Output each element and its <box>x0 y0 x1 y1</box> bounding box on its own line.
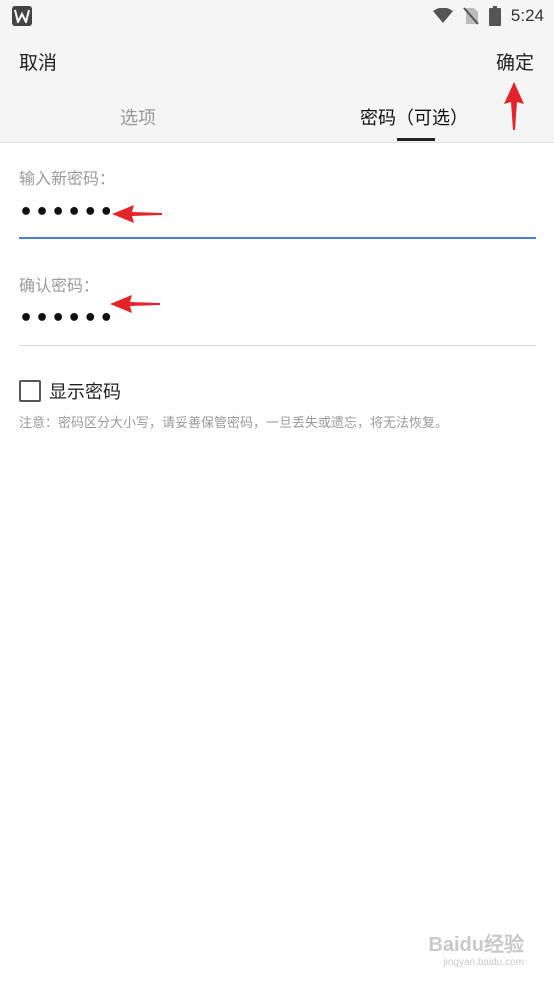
arrow-up-icon <box>504 82 524 130</box>
arrow-left-icon <box>112 205 162 223</box>
status-icons: 5:24 <box>432 5 544 27</box>
no-sim-icon <box>463 7 479 25</box>
watermark-brand: Baidu经验 <box>428 934 524 956</box>
cancel-button[interactable]: 取消 <box>19 48 57 75</box>
show-password-label[interactable]: 显示密码 <box>49 378 121 404</box>
battery-icon <box>488 6 501 26</box>
baidu-watermark: Baidu经验 jingyan.baidu.com <box>428 928 524 968</box>
tab-indicator <box>397 138 435 141</box>
confirm-password-input[interactable]: •••••• <box>19 306 115 331</box>
wps-app-icon <box>12 6 32 26</box>
new-password-input[interactable]: •••••• <box>19 200 115 225</box>
new-password-label: 输入新密码： <box>19 169 116 188</box>
tab-password[interactable]: 密码（可选） <box>360 104 468 130</box>
confirm-password-underline <box>19 345 536 346</box>
confirm-password-label: 确认密码： <box>19 276 100 295</box>
wifi-icon <box>432 8 453 23</box>
dialog-header: 取消 确定 选项 密码（可选） <box>0 34 554 143</box>
status-bar: 5:24 <box>0 0 554 34</box>
tab-options[interactable]: 选项 <box>120 104 156 130</box>
status-time: 5:24 <box>510 6 544 25</box>
confirm-button[interactable]: 确定 <box>496 48 534 75</box>
show-password-checkbox[interactable] <box>19 380 41 402</box>
arrow-left-icon <box>110 295 160 313</box>
password-note: 注意：密码区分大小写，请妥善保管密码，一旦丢失或遗忘，将无法恢复。 <box>19 416 449 431</box>
new-password-underline <box>19 237 536 239</box>
watermark-sub: jingyan.baidu.com <box>443 957 524 968</box>
